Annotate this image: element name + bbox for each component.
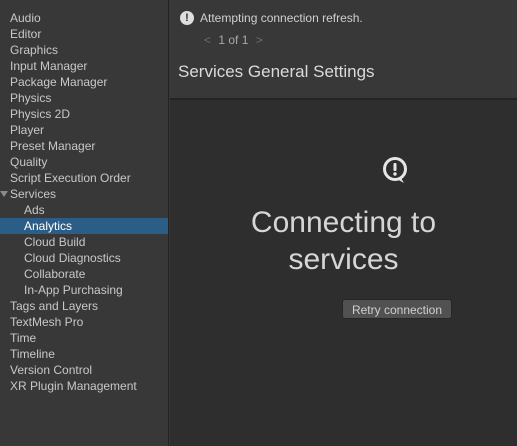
info-icon: ! [180,11,194,25]
retry-connection-button[interactable]: Retry connection [342,299,452,319]
sidebar-item-tags-and-layers[interactable]: Tags and Layers [0,298,168,314]
expand-arrow-icon[interactable] [0,191,8,197]
sidebar-item-collaborate[interactable]: Collaborate [0,266,168,282]
notification-pager: < 1 of 1 > [200,33,267,47]
sidebar-item-physics-2d[interactable]: Physics 2D [0,106,168,122]
notification-text: Attempting connection refresh. [200,11,363,25]
sidebar-item-script-execution-order[interactable]: Script Execution Order [0,170,168,186]
connection-status: Connecting to services [170,204,517,278]
sidebar-item-input-manager[interactable]: Input Manager [0,58,168,74]
sidebar-item-preset-manager[interactable]: Preset Manager [0,138,168,154]
sidebar-item-services[interactable]: Services [0,186,168,202]
sidebar-item-time[interactable]: Time [0,330,168,346]
warning-bubble-icon [383,157,407,183]
sidebar-item-cloud-diagnostics[interactable]: Cloud Diagnostics [0,250,168,266]
status-line-1: Connecting to [250,206,437,239]
sidebar-item-editor[interactable]: Editor [0,26,168,42]
sidebar-item-quality[interactable]: Quality [0,154,168,170]
pager-prev-button[interactable]: < [200,33,215,47]
status-line-2: services [288,243,399,276]
sidebar-item-timeline[interactable]: Timeline [0,346,168,362]
sidebar-item-audio[interactable]: Audio [0,10,168,26]
sidebar-item-graphics[interactable]: Graphics [0,42,168,58]
sidebar-item-ads[interactable]: Ads [0,202,168,218]
sidebar-item-cloud-build[interactable]: Cloud Build [0,234,168,250]
sidebar-item-version-control[interactable]: Version Control [0,362,168,378]
pager-label: 1 of 1 [218,33,249,47]
pager-next-button[interactable]: > [252,33,267,47]
sidebar-item-analytics[interactable]: Analytics [0,218,168,234]
settings-sidebar: Audio Editor Graphics Input Manager Pack… [0,0,169,446]
page-title: Services General Settings [178,62,375,81]
notification-bar: ! Attempting connection refresh. < 1 of … [170,0,517,56]
sidebar-item-in-app-purchasing[interactable]: In-App Purchasing [0,282,168,298]
sidebar-item-player[interactable]: Player [0,122,168,138]
sidebar-item-physics[interactable]: Physics [0,90,168,106]
sidebar-item-label: Services [10,187,57,201]
sidebar-item-package-manager[interactable]: Package Manager [0,74,168,90]
sidebar-item-xr-plugin-management[interactable]: XR Plugin Management [0,378,168,394]
settings-header: Services General Settings [170,56,517,100]
sidebar-item-textmesh-pro[interactable]: TextMesh Pro [0,314,168,330]
